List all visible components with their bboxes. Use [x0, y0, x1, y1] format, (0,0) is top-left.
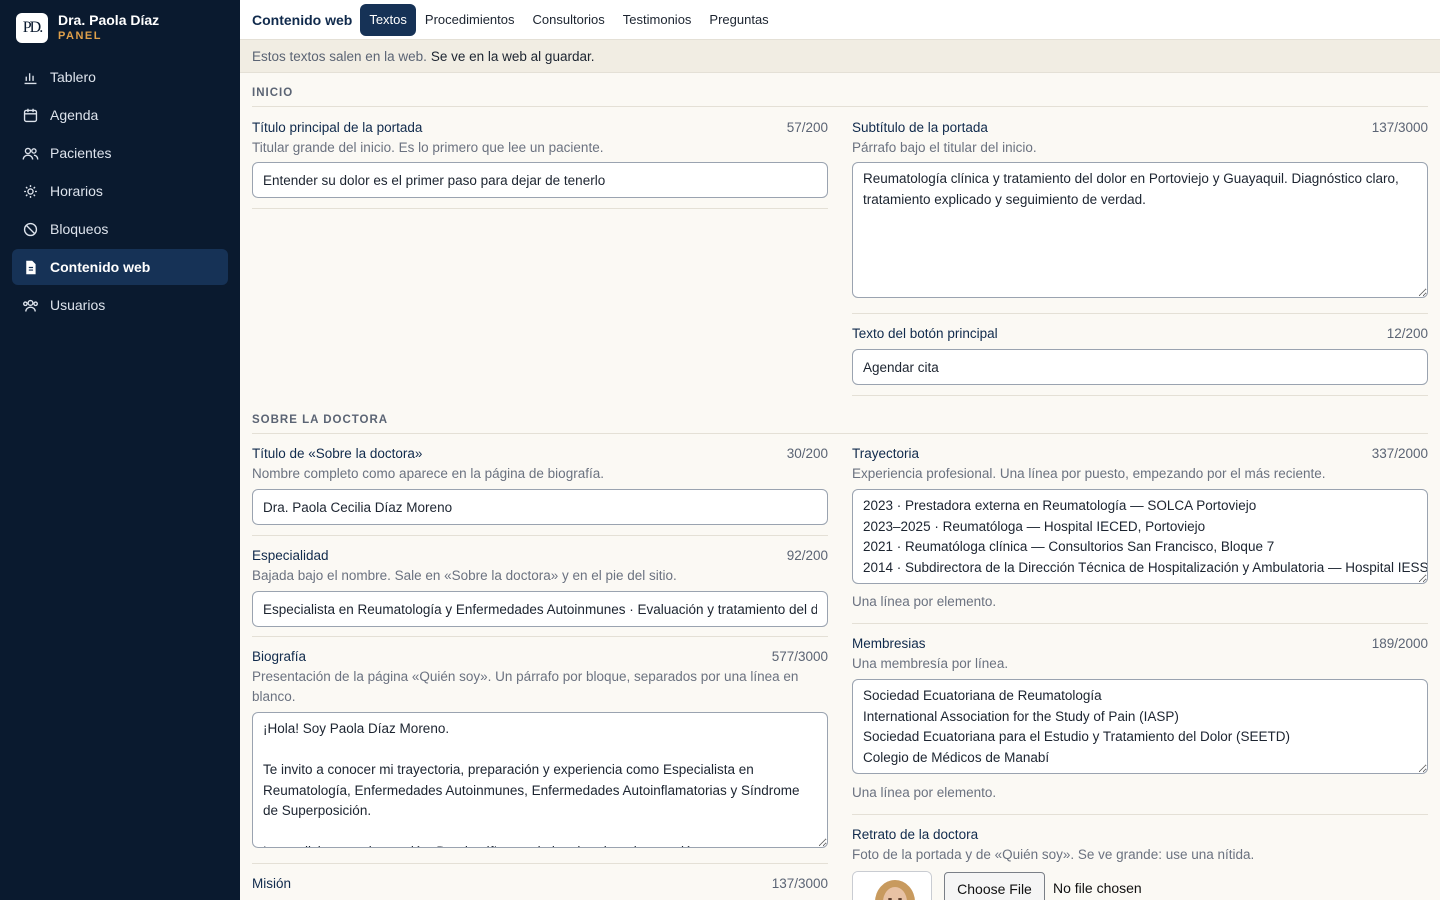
char-count: 30/200	[786, 446, 828, 461]
field-titulo-portada: Título principal de la portada 57/200 Tit…	[252, 118, 828, 198]
divider	[252, 863, 828, 864]
char-count: 57/200	[786, 120, 828, 135]
field-retrato: Retrato de la doctora Foto de la portada…	[852, 825, 1428, 865]
trayectoria-textarea[interactable]: 2023 · Prestadora externa en Reumatologí…	[852, 489, 1428, 584]
field-membresias: Membresias 189/2000 Una membresía por lín…	[852, 634, 1428, 774]
choose-file-button[interactable]: Choose File	[944, 872, 1045, 900]
info-text: Estos textos salen en la web.	[252, 48, 427, 64]
user-group-icon	[23, 299, 38, 312]
top-bar: Contenido web Textos Procedimientos Cons…	[240, 0, 1440, 40]
field-label: Subtítulo de la portada	[852, 120, 988, 135]
titulo-portada-input[interactable]	[252, 162, 828, 198]
field-help: Párrafo bajo el titular del inicio.	[852, 140, 1037, 155]
trayectoria-note: Una línea por elemento.	[852, 594, 997, 609]
field-label: Biografía	[252, 649, 307, 664]
field-boton-principal: Texto del botón principal 12/200	[852, 324, 1428, 385]
sidebar-item-label: Horarios	[50, 183, 103, 199]
tab-consultorios[interactable]: Consultorios	[524, 4, 614, 36]
ban-icon	[23, 222, 38, 236]
field-label: Especialidad	[252, 548, 329, 563]
portrait-image-icon	[853, 872, 931, 900]
document-icon	[26, 260, 36, 274]
field-help: Presentación de la página «Quién soy». U…	[252, 669, 799, 704]
sidebar-item-horarios[interactable]: Horarios	[12, 173, 228, 209]
sidebar-nav: Tablero Agenda Pacientes Horarios Bloque…	[12, 59, 228, 325]
titulo-sobre-input[interactable]	[252, 489, 828, 525]
field-help: Foto de la portada y de «Quién soy». Se …	[852, 847, 1255, 862]
field-titulo-sobre: Título de «Sobre la doctora» 30/200 Nombr…	[252, 444, 828, 525]
field-label: Membresias	[852, 636, 926, 651]
field-mision: Misión 137/3000	[252, 874, 828, 894]
field-subtitulo-portada: Subtítulo de la portada 137/3000 Párrafo …	[852, 118, 1428, 298]
divider	[852, 395, 1428, 396]
boton-principal-input[interactable]	[852, 349, 1428, 385]
tab-testimonios[interactable]: Testimonios	[614, 4, 701, 36]
field-help: Titular grande del inicio. Es lo primero…	[252, 140, 604, 155]
tab-textos[interactable]: Textos	[360, 3, 416, 36]
especialidad-input[interactable]	[252, 591, 828, 627]
field-help: Una membresía por línea.	[852, 656, 1009, 671]
info-banner: Estos textos salen en la web. Se ve en l…	[240, 40, 1440, 73]
char-count: 337/2000	[1371, 446, 1428, 461]
sidebar-item-bloqueos[interactable]: Bloqueos	[12, 211, 228, 247]
field-label: Título principal de la portada	[252, 120, 423, 135]
char-count: 189/2000	[1371, 636, 1428, 651]
page-title: Contenido web	[252, 11, 353, 28]
field-help: Nombre completo como aparece en la págin…	[252, 466, 604, 481]
field-especialidad: Especialidad 92/200 Bajada bajo el nombre…	[252, 546, 828, 627]
divider	[852, 623, 1428, 624]
field-help: Experiencia profesional. Una línea por p…	[852, 466, 1326, 481]
sidebar-item-label: Pacientes	[50, 145, 112, 161]
char-count: 92/200	[786, 548, 828, 563]
sidebar-item-label: Tablero	[50, 69, 96, 85]
sidebar-item-pacientes[interactable]: Pacientes	[12, 135, 228, 171]
sidebar-item-label: Agenda	[50, 107, 99, 123]
divider	[252, 636, 828, 637]
sidebar-item-contenido-web[interactable]: Contenido web	[12, 249, 228, 285]
membresias-textarea[interactable]: Sociedad Ecuatoriana de Reumatología Int…	[852, 679, 1428, 774]
info-strong: Se ve en la web al guardar.	[430, 48, 595, 64]
field-label: Misión	[252, 876, 292, 891]
portrait-thumbnail	[852, 871, 932, 900]
sidebar-item-label: Usuarios	[50, 297, 106, 313]
divider	[252, 208, 828, 209]
file-status: No file chosen	[1053, 880, 1142, 896]
field-label: Retrato de la doctora	[852, 827, 979, 842]
sidebar-item-agenda[interactable]: Agenda	[12, 97, 228, 133]
field-label: Título de «Sobre la doctora»	[252, 446, 423, 461]
field-help: Bajada bajo el nombre. Sale en «Sobre la…	[252, 568, 677, 583]
divider	[852, 313, 1428, 314]
field-label: Texto del botón principal	[852, 326, 998, 341]
brand: PD. Dra. Paola Díaz PANEL	[16, 12, 159, 44]
chart-icon	[24, 72, 37, 84]
field-trayectoria: Trayectoria 337/2000 Experiencia profesio…	[852, 444, 1428, 584]
sidebar-item-label: Bloqueos	[50, 221, 109, 237]
char-count: 137/3000	[1371, 120, 1428, 135]
tab-procedimientos[interactable]: Procedimientos	[416, 4, 524, 36]
field-biografia: Biografía 577/3000 Presentación de la pág…	[252, 647, 828, 848]
subtitulo-portada-textarea[interactable]: Reumatología clínica y tratamiento del d…	[852, 162, 1428, 298]
brand-subtitle: PANEL	[58, 30, 102, 42]
divider	[252, 535, 828, 536]
tab-preguntas[interactable]: Preguntas	[700, 4, 777, 36]
sidebar: PD. Dra. Paola Díaz PANEL Tablero Agenda…	[0, 0, 240, 900]
char-count: 137/3000	[771, 876, 828, 891]
divider	[852, 814, 1428, 815]
section-inicio: INICIO	[252, 87, 1428, 107]
sidebar-item-tablero[interactable]: Tablero	[12, 59, 228, 95]
brand-logo: PD.	[16, 13, 48, 43]
section-sobre-la-doctora: SOBRE LA DOCTORA	[252, 414, 1428, 434]
char-count: 12/200	[1386, 326, 1428, 341]
users-icon	[22, 147, 39, 160]
char-count: 577/3000	[771, 649, 828, 664]
calendar-icon	[23, 108, 38, 122]
gear-icon	[24, 184, 37, 198]
field-label: Trayectoria	[852, 446, 920, 461]
sidebar-item-usuarios[interactable]: Usuarios	[12, 287, 228, 323]
biografia-textarea[interactable]: ¡Hola! Soy Paola Díaz Moreno. Te invito …	[252, 712, 828, 848]
brand-name: Dra. Paola Díaz	[58, 12, 160, 28]
membresias-note: Una línea por elemento.	[852, 785, 997, 800]
sidebar-item-label: Contenido web	[50, 259, 151, 275]
